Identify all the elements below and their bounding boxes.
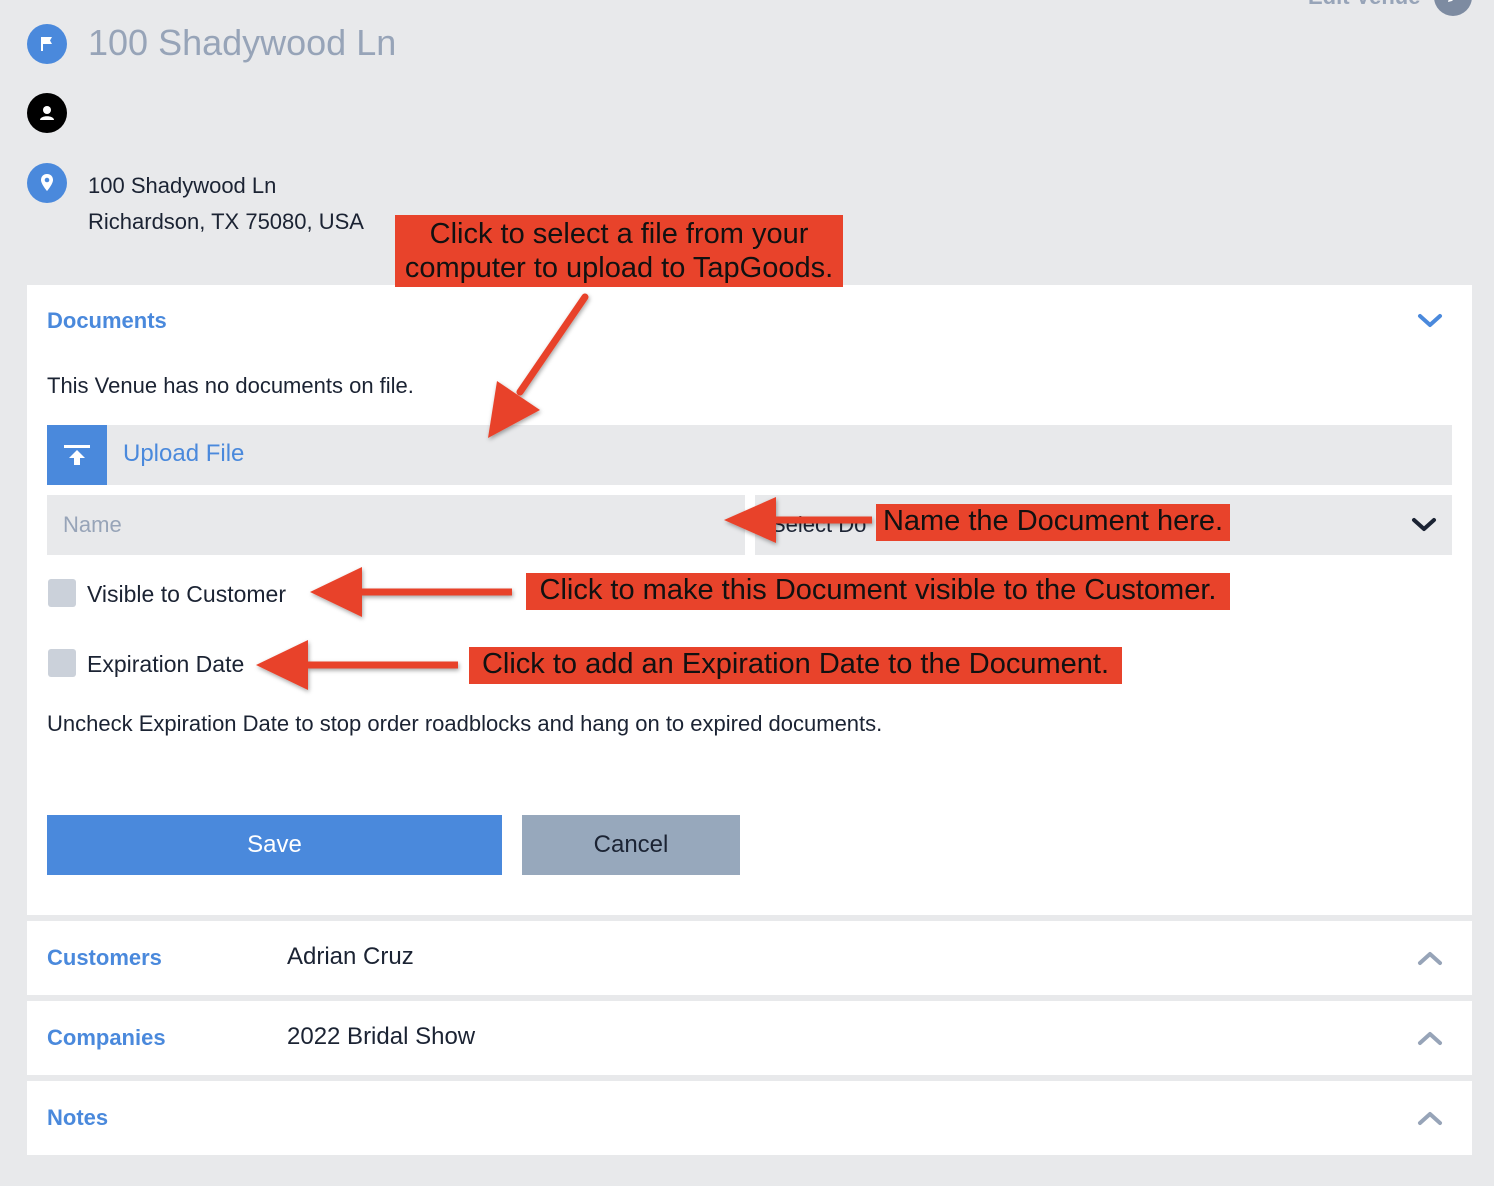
- customer-name: Adrian Cruz: [287, 943, 414, 970]
- pencil-icon[interactable]: [1434, 0, 1472, 16]
- upload-annotation-line-1: Click to select a file from your: [429, 218, 809, 250]
- visible-to-customer-checkbox[interactable]: [48, 579, 76, 607]
- name-annotation: Name the Document here.: [876, 504, 1230, 541]
- edit-venue-link[interactable]: Edit Venue: [1308, 0, 1420, 10]
- chevron-down-icon: [1412, 518, 1436, 531]
- address-line-2: Richardson, TX 75080, USA: [88, 209, 364, 234]
- address-line-1: 100 Shadywood Ln: [88, 173, 277, 198]
- notes-panel[interactable]: Notes: [27, 1081, 1472, 1155]
- visible-annotation: Click to make this Document visible to t…: [526, 573, 1230, 610]
- customers-panel[interactable]: Customers Adrian Cruz: [27, 921, 1472, 995]
- chevron-up-icon[interactable]: [1417, 949, 1443, 967]
- company-name: 2022 Bridal Show: [287, 1023, 476, 1050]
- visible-to-customer-label[interactable]: Visible to Customer: [87, 581, 286, 608]
- venue-title: 100 Shadywood Ln: [88, 22, 397, 63]
- user-icon: [27, 93, 67, 133]
- chevron-up-icon[interactable]: [1417, 1029, 1443, 1047]
- upload-annotation-line-2: computer to upload to TapGoods.: [404, 252, 834, 284]
- documents-section-title[interactable]: Documents: [47, 308, 167, 334]
- upload-icon[interactable]: [47, 425, 107, 485]
- expiration-hint: Uncheck Expiration Date to stop order ro…: [47, 711, 883, 736]
- chevron-down-icon[interactable]: [1417, 312, 1443, 330]
- notes-section-title[interactable]: Notes: [47, 1105, 108, 1131]
- save-button[interactable]: Save: [47, 815, 502, 875]
- location-pin-icon: [27, 163, 67, 203]
- document-name-input[interactable]: [47, 495, 745, 555]
- upload-file-label[interactable]: Upload File: [123, 440, 244, 468]
- customers-section-title[interactable]: Customers: [47, 945, 162, 971]
- expiration-date-checkbox[interactable]: [48, 649, 76, 677]
- chevron-up-icon[interactable]: [1417, 1109, 1443, 1127]
- flag-icon: [27, 24, 67, 64]
- cancel-button[interactable]: Cancel: [522, 815, 740, 875]
- companies-section-title[interactable]: Companies: [47, 1025, 166, 1051]
- upload-annotation: Click to select a file from your compute…: [395, 215, 843, 287]
- expiration-annotation: Click to add an Expiration Date to the D…: [469, 647, 1122, 684]
- upload-file-button[interactable]: Upload File: [47, 425, 1452, 485]
- expiration-date-label[interactable]: Expiration Date: [87, 651, 244, 678]
- companies-panel[interactable]: Companies 2022 Bridal Show: [27, 1001, 1472, 1075]
- document-type-select-value: Select Do: [771, 512, 867, 537]
- no-documents-message: This Venue has no documents on file.: [47, 373, 414, 398]
